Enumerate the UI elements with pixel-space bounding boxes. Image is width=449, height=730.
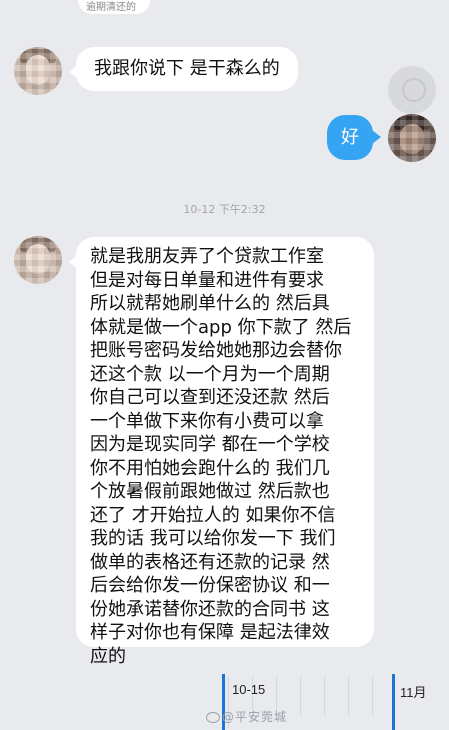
watermark: @平安莞城 bbox=[206, 708, 287, 725]
self-avatar[interactable] bbox=[388, 114, 436, 162]
message-line: 我的话 我可以给你发一下 我们 bbox=[90, 528, 336, 549]
message-line: 就是我朋友弄了个贷款工作室 bbox=[90, 246, 324, 267]
message-timestamp: 10-12 下午2:32 bbox=[183, 203, 266, 216]
date-label-end: 11月 bbox=[400, 685, 427, 700]
message-line: 你自己可以查到还没还款 然后 bbox=[90, 387, 330, 408]
message-line: 个放暑假前跟她做过 然后款也 bbox=[90, 481, 330, 502]
date-label-start: 10-15 bbox=[232, 682, 266, 697]
date-tick bbox=[372, 676, 373, 716]
message-line: 份她承诺替你还款的合同书 这 bbox=[90, 598, 330, 620]
message-line: 一个单做下来你有小费可以拿 bbox=[90, 410, 324, 432]
date-marker[interactable] bbox=[392, 674, 395, 730]
message-line: 体就是做一个app 你下款了 然后 bbox=[90, 316, 352, 338]
weibo-icon bbox=[206, 712, 220, 723]
faded-avatar-placeholder bbox=[388, 66, 436, 114]
date-tick bbox=[300, 676, 301, 716]
date-tick bbox=[348, 676, 349, 716]
message-line: 所以就帮她刷单什么的 然后具 bbox=[90, 293, 330, 314]
message-line: 还这个款 以一个月为一个周期 bbox=[90, 363, 330, 385]
message-text: 我跟你说下 是干森么的 bbox=[94, 58, 280, 79]
message-line: 把账号密码发给她她那边会替你 bbox=[90, 340, 342, 361]
chat-view: 逾期清还的 我跟你说下 是干森么的 好 10-12 下午2:32 就是我朋友弄了… bbox=[0, 0, 449, 730]
message-line: 做单的表格还有还款的记录 然 bbox=[90, 551, 330, 573]
message-line: 还了 才开始拉人的 如果你不信 bbox=[90, 504, 336, 526]
partial-message-bubble[interactable]: 逾期清还的 bbox=[78, 0, 150, 14]
message-bubble-incoming-long[interactable]: 就是我朋友弄了个贷款工作室 但是对每日单量和进件有要求 所以就帮她刷单什么的 然… bbox=[69, 237, 374, 667]
partial-message-text: 逾期清还的 bbox=[86, 2, 136, 13]
contact-avatar[interactable] bbox=[14, 236, 62, 284]
date-scrubber[interactable]: 10-15 11月 @平安莞城 bbox=[0, 670, 449, 730]
message-line: 样子对你也有保障 是起法律效 bbox=[90, 622, 330, 643]
date-tick bbox=[324, 676, 325, 716]
message-text: 好 bbox=[341, 127, 359, 148]
message-line: 但是对每日单量和进件有要求 bbox=[90, 269, 324, 291]
message-bubble-incoming[interactable]: 我跟你说下 是干森么的 bbox=[69, 47, 298, 91]
watermark-text: @平安莞城 bbox=[222, 710, 288, 724]
contact-avatar[interactable] bbox=[14, 47, 62, 95]
message-line: 应的 bbox=[90, 645, 126, 667]
message-line: 因为是现实同学 都在一个学校 bbox=[90, 434, 330, 455]
message-bubble-outgoing[interactable]: 好 bbox=[327, 115, 381, 160]
message-line: 你不用怕她会跑什么的 我们几 bbox=[90, 457, 330, 479]
message-line: 后会给你发一份保密协议 和一 bbox=[90, 575, 330, 596]
